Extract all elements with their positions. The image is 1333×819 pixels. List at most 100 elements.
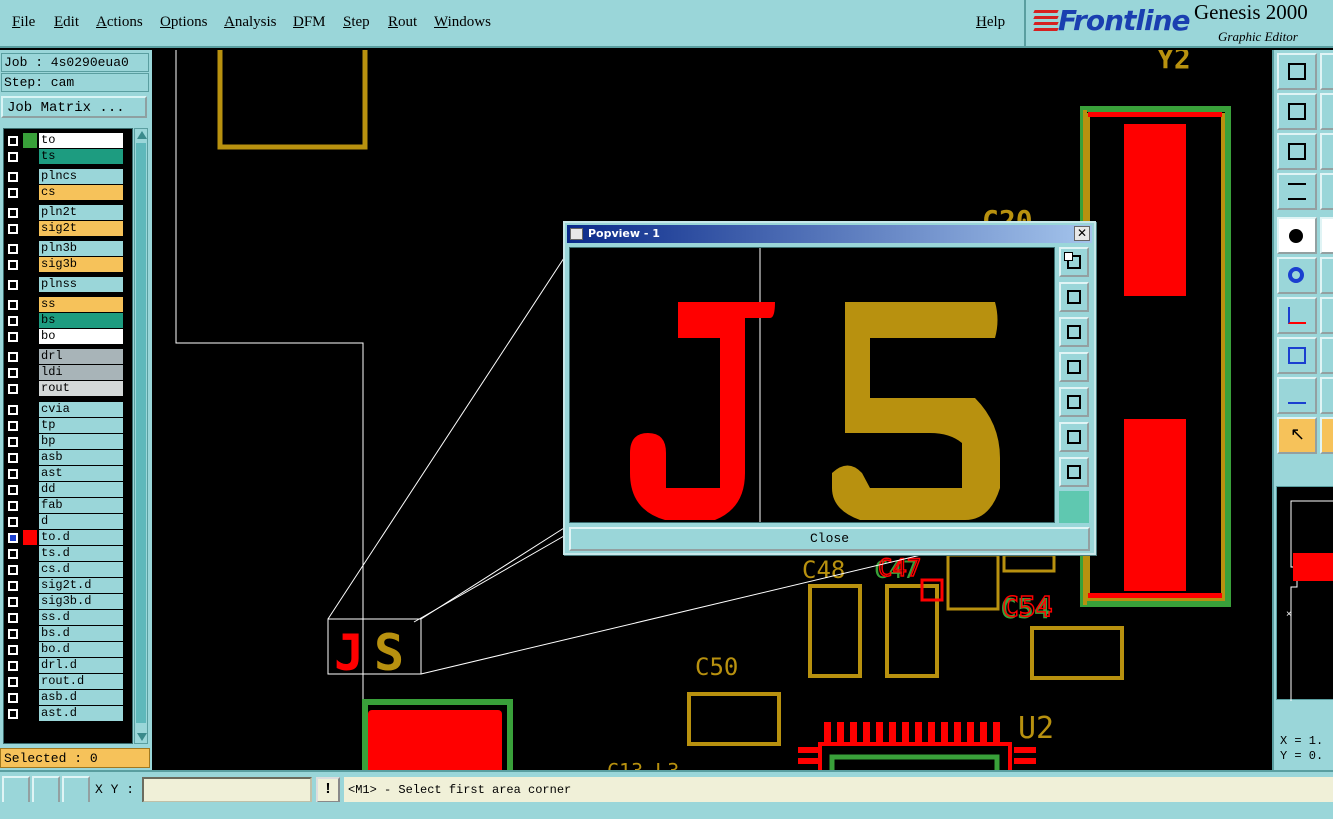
layer-row-ast[interactable]: ast	[5, 466, 123, 481]
layer-color-swatch[interactable]	[23, 498, 37, 513]
layer-name[interactable]: bp	[39, 434, 123, 449]
layer-row-bs-d[interactable]: bs.d	[5, 626, 123, 641]
popview-viewport[interactable]	[569, 247, 1055, 523]
layer-row-cs-d[interactable]: cs.d	[5, 562, 123, 577]
layer-color-swatch[interactable]	[23, 514, 37, 529]
tool-pan-extra-icon[interactable]	[1320, 93, 1333, 130]
layer-name[interactable]: sig3b.d	[39, 594, 123, 609]
layer-color-swatch[interactable]	[23, 466, 37, 481]
layer-color-swatch[interactable]	[23, 594, 37, 609]
tool-angle-icon[interactable]	[1277, 297, 1317, 334]
layer-checkbox[interactable]	[8, 437, 18, 447]
layer-name[interactable]: bs.d	[39, 626, 123, 641]
layer-color-swatch[interactable]	[23, 205, 37, 220]
layer-checkbox[interactable]	[8, 453, 18, 463]
layer-name[interactable]: asb.d	[39, 690, 123, 705]
tool-points-icon[interactable]	[1277, 337, 1317, 374]
pan-right-icon[interactable]	[1059, 387, 1089, 417]
layer-name[interactable]: ast	[39, 466, 123, 481]
warning-icon[interactable]: !	[316, 777, 340, 803]
layer-color-swatch[interactable]	[23, 626, 37, 641]
tool-points-extra-icon[interactable]	[1320, 337, 1333, 374]
layer-checkbox[interactable]	[8, 280, 18, 290]
layer-row-rout[interactable]: rout	[5, 381, 123, 396]
layer-name[interactable]: sig2t.d	[39, 578, 123, 593]
layer-checkbox[interactable]	[8, 384, 18, 394]
layer-name[interactable]: cs.d	[39, 562, 123, 577]
layer-row-rout-d[interactable]: rout.d	[5, 674, 123, 689]
layer-checkbox[interactable]	[8, 208, 18, 218]
layer-row-cs[interactable]: cs	[5, 185, 123, 200]
layer-checkbox[interactable]	[8, 565, 18, 575]
scroll-down-icon[interactable]	[137, 733, 147, 741]
layer-color-swatch[interactable]	[23, 149, 37, 164]
layer-name[interactable]: bo.d	[39, 642, 123, 657]
layer-color-swatch[interactable]	[23, 434, 37, 449]
layer-color-swatch[interactable]	[23, 418, 37, 433]
tool-zoom-extra-icon[interactable]	[1320, 53, 1333, 90]
zoom-up-icon[interactable]	[1059, 282, 1089, 312]
layer-name[interactable]: drl	[39, 349, 123, 364]
layer-name[interactable]: ss.d	[39, 610, 123, 625]
menu-windows[interactable]: Windows	[434, 14, 491, 31]
zoom-home-icon[interactable]	[1059, 247, 1089, 277]
layer-checkbox[interactable]	[8, 629, 18, 639]
layer-color-swatch[interactable]	[23, 642, 37, 657]
layer-checkbox[interactable]	[8, 421, 18, 431]
layer-checkbox[interactable]	[8, 332, 18, 342]
menu-file[interactable]: File	[12, 14, 35, 31]
layer-row-sig3b[interactable]: sig3b	[5, 257, 123, 272]
layer-color-swatch[interactable]	[23, 546, 37, 561]
layer-name[interactable]: pln2t	[39, 205, 123, 220]
layer-checkbox[interactable]	[8, 613, 18, 623]
layer-checkbox[interactable]	[8, 533, 18, 543]
layer-name[interactable]: pln3b	[39, 241, 123, 256]
layer-name[interactable]: cvia	[39, 402, 123, 417]
scroll-up-icon[interactable]	[137, 131, 147, 139]
layer-checkbox[interactable]	[8, 405, 18, 415]
layer-row-ts[interactable]: ts	[5, 149, 123, 164]
layer-color-swatch[interactable]	[23, 482, 37, 497]
layer-checkbox[interactable]	[8, 152, 18, 162]
layer-checkbox[interactable]	[8, 260, 18, 270]
menu-options[interactable]: Options	[160, 14, 208, 31]
layer-checkbox[interactable]	[8, 581, 18, 591]
zoom-down-icon[interactable]	[1059, 317, 1089, 347]
tool-draw-icon[interactable]	[1320, 217, 1333, 254]
layer-row-asb-d[interactable]: asb.d	[5, 690, 123, 705]
layer-row-plncs[interactable]: plncs	[5, 169, 123, 184]
layer-color-swatch[interactable]	[23, 706, 37, 721]
layer-color-swatch[interactable]	[23, 562, 37, 577]
layer-name[interactable]: asb	[39, 450, 123, 465]
layer-name[interactable]: plnss	[39, 277, 123, 292]
tool-measure-extra-icon[interactable]	[1320, 173, 1333, 210]
layer-name[interactable]: rout.d	[39, 674, 123, 689]
tool-fit-all-icon[interactable]	[1277, 133, 1317, 170]
layer-name[interactable]: sig2t	[39, 221, 123, 236]
layer-name[interactable]: bs	[39, 313, 123, 328]
layer-checkbox[interactable]	[8, 368, 18, 378]
layer-row-sig2t-d[interactable]: sig2t.d	[5, 578, 123, 593]
layer-row-bs[interactable]: bs	[5, 313, 123, 328]
layer-checkbox[interactable]	[8, 300, 18, 310]
layer-checkbox[interactable]	[8, 352, 18, 362]
layer-row-pln2t[interactable]: pln2t	[5, 205, 123, 220]
layer-name[interactable]: drl.d	[39, 658, 123, 673]
layer-color-swatch[interactable]	[23, 530, 37, 545]
layer-name[interactable]: ss	[39, 297, 123, 312]
layer-checkbox[interactable]	[8, 316, 18, 326]
layer-name[interactable]: ldi	[39, 365, 123, 380]
select-area-icon[interactable]	[2, 776, 30, 804]
layer-name[interactable]: to.d	[39, 530, 123, 545]
close-icon[interactable]: ✕	[1074, 226, 1090, 241]
tool-fit-extra-icon[interactable]	[1320, 133, 1333, 170]
layer-color-swatch[interactable]	[23, 257, 37, 272]
layer-list-scrollbar[interactable]	[134, 128, 148, 744]
layer-row-bo-d[interactable]: bo.d	[5, 642, 123, 657]
layer-row-ss[interactable]: ss	[5, 297, 123, 312]
layer-name[interactable]: tp	[39, 418, 123, 433]
layer-checkbox[interactable]	[8, 136, 18, 146]
layer-row-pln3b[interactable]: pln3b	[5, 241, 123, 256]
layer-name[interactable]: cs	[39, 185, 123, 200]
layer-name[interactable]: ast.d	[39, 706, 123, 721]
